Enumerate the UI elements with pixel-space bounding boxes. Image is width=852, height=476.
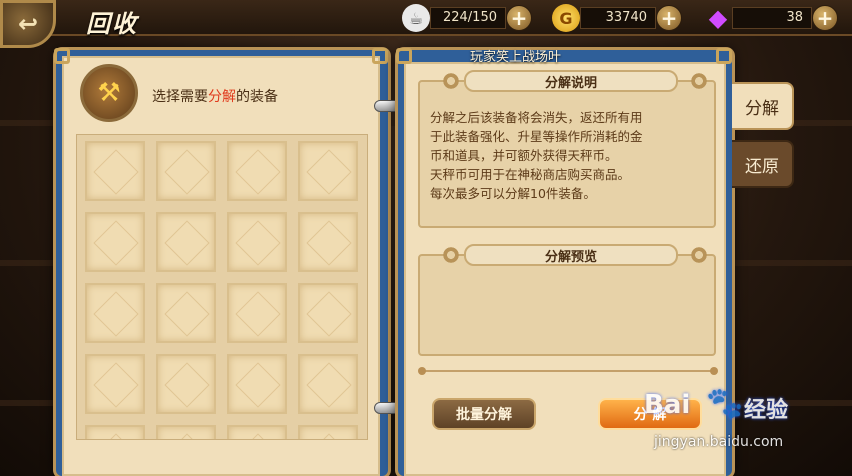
select-equipment-label: 选择需要分解的装备 — [152, 86, 278, 106]
equipment-slot[interactable] — [85, 425, 145, 439]
watermark: Bai 🐾 经验 jingyan.baidu.com — [620, 386, 820, 460]
info-line: 天秤币可用于在神秘商店购买商品。 — [430, 167, 631, 182]
gold-coin-icon: G — [552, 4, 580, 32]
gold-resource: G 33740 + — [552, 4, 682, 32]
corner-ornament — [372, 48, 388, 64]
info-line: 于此装备强化、升星等操作所消耗的金 — [430, 129, 643, 144]
gear-icon — [690, 72, 708, 90]
equipment-slot[interactable] — [298, 283, 358, 343]
divider-dot — [710, 367, 718, 375]
equipment-slot[interactable] — [156, 283, 216, 343]
stamina-resource: ☕ 224/150 + — [402, 4, 532, 32]
gear-icon — [690, 246, 708, 264]
top-bar: ↩ 回收 ☕ 224/150 + G 33740 + ◆ 38 + — [0, 0, 852, 48]
equipment-slot[interactable] — [227, 212, 287, 272]
gold-value: 33740 — [580, 7, 656, 29]
info-line: 币和道具，并可额外获得天秤币。 — [430, 148, 618, 163]
divider — [418, 367, 718, 375]
equipment-slot[interactable] — [298, 354, 358, 414]
preview-section — [418, 254, 716, 356]
equipment-slot[interactable] — [227, 425, 287, 439]
info-line: 每次最多可以分解10件装备。 — [430, 186, 596, 201]
watermark-logo: Bai — [644, 390, 691, 420]
batch-decompose-button[interactable]: 批量分解 — [432, 398, 536, 430]
equipment-slot[interactable] — [85, 212, 145, 272]
divider-dot — [418, 367, 426, 375]
tab-decompose[interactable]: 分解 — [732, 82, 794, 130]
equipment-slot[interactable] — [85, 141, 145, 201]
paw-icon: 🐾 — [706, 386, 744, 421]
stamina-value: 224/150 — [430, 7, 506, 29]
info-line: 分解之后该装备将会消失，返还所有用 — [430, 110, 643, 125]
page-title: 回收 — [86, 10, 138, 38]
instruction-text: 的装备 — [236, 89, 278, 105]
add-gold-button[interactable]: + — [656, 5, 682, 31]
back-arrow-icon: ↩ — [17, 10, 39, 38]
player-name: 玩家笑上战场叶 — [470, 50, 562, 65]
corner-ornament — [54, 48, 70, 64]
add-stamina-button[interactable]: + — [506, 5, 532, 31]
info-title: 分解说明 — [464, 70, 678, 92]
equipment-slot[interactable] — [298, 212, 358, 272]
watermark-brand: 经验 — [744, 398, 789, 423]
corner-ornament — [396, 48, 412, 64]
equipment-slot[interactable] — [227, 141, 287, 201]
equipment-slot[interactable] — [227, 283, 287, 343]
equipment-slot[interactable] — [85, 354, 145, 414]
gear-icon — [442, 246, 460, 264]
equipment-slot[interactable] — [298, 425, 358, 439]
gem-resource: ◆ 38 + — [704, 4, 838, 32]
equipment-slot[interactable] — [156, 141, 216, 201]
equipment-slot[interactable] — [227, 354, 287, 414]
equipment-slot[interactable] — [156, 212, 216, 272]
preview-title: 分解预览 — [464, 244, 678, 266]
diamond-icon: ◆ — [708, 4, 728, 32]
info-description: 分解之后该装备将会消失，返还所有用 于此装备强化、升星等操作所消耗的金 币和道具… — [430, 108, 712, 203]
equipment-slot[interactable] — [85, 283, 145, 343]
equipment-slot[interactable] — [156, 425, 216, 439]
equipment-hammer-icon: ⚒ — [80, 64, 138, 122]
tab-restore[interactable]: 还原 — [732, 140, 794, 188]
watermark-url: jingyan.baidu.com — [654, 434, 784, 450]
gem-value: 38 — [732, 7, 812, 29]
instruction-highlight: 分解 — [208, 89, 236, 105]
instruction-text: 选择需要 — [152, 89, 208, 105]
equipment-grid — [76, 134, 368, 440]
gear-icon — [442, 72, 460, 90]
add-gem-button[interactable]: + — [812, 5, 838, 31]
equipment-slot[interactable] — [298, 141, 358, 201]
equipment-slot[interactable] — [156, 354, 216, 414]
corner-ornament — [716, 48, 732, 64]
cup-icon: ☕ — [402, 4, 430, 32]
